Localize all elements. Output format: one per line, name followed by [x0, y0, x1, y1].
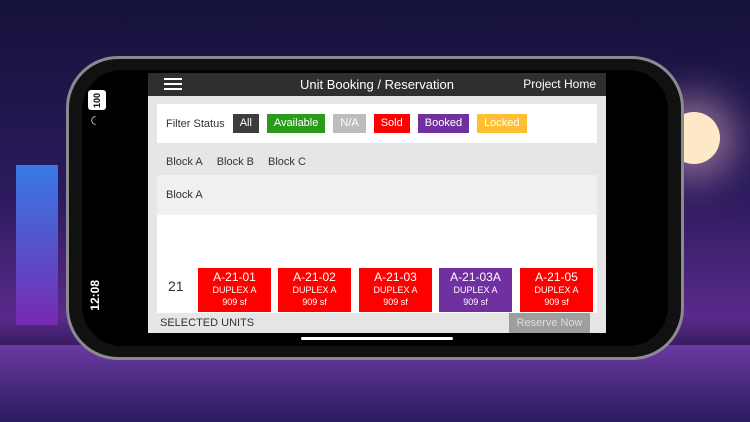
- unit-type: DUPLEX A: [534, 285, 579, 295]
- footer: SELECTED UNITS Reserve Now: [148, 313, 606, 333]
- tab-block-c[interactable]: Block C: [268, 156, 306, 168]
- filter-booked-button[interactable]: Booked: [417, 114, 470, 133]
- reserve-now-button[interactable]: Reserve Now: [509, 313, 590, 333]
- unit-card[interactable]: A-21-03 DUPLEX A 909 sf: [359, 268, 432, 312]
- selected-units-label: SELECTED UNITS: [160, 317, 255, 329]
- unit-card[interactable]: A-21-03A DUPLEX A 909 sf: [439, 268, 512, 312]
- unit-code: A-21-05: [535, 270, 578, 284]
- floor-label: 21: [168, 278, 184, 294]
- status-bar: 100 ◠ 12:08: [86, 90, 108, 320]
- unit-code: A-21-01: [213, 270, 256, 284]
- unit-size: 909 sf: [222, 297, 247, 307]
- home-indicator[interactable]: [301, 337, 453, 340]
- unit-code: A-21-03: [374, 270, 417, 284]
- building-decoration: [16, 165, 58, 325]
- app: Unit Booking / Reservation Project Home …: [148, 73, 606, 333]
- unit-code: A-21-03A: [450, 270, 501, 284]
- unit-size: 909 sf: [544, 297, 569, 307]
- filter-na-button[interactable]: N/A: [333, 114, 366, 133]
- unit-size: 909 sf: [383, 297, 408, 307]
- unit-card[interactable]: A-21-01 DUPLEX A 909 sf: [198, 268, 271, 312]
- battery-icon: 100: [88, 90, 106, 110]
- filter-locked-button[interactable]: Locked: [477, 114, 527, 133]
- filter-label: Filter Status: [166, 117, 225, 130]
- project-home-link[interactable]: Project Home: [523, 77, 596, 91]
- block-tabs: Block A Block B Block C: [166, 156, 306, 168]
- filter-status-bar: Filter Status All Available N/A Sold Boo…: [157, 104, 597, 143]
- unit-type: DUPLEX A: [292, 285, 337, 295]
- filter-sold-button[interactable]: Sold: [373, 114, 410, 133]
- clock: 12:08: [88, 280, 102, 311]
- unit-card[interactable]: A-21-05 DUPLEX A 909 sf: [520, 268, 593, 312]
- wifi-icon: ◠: [89, 115, 102, 126]
- unit-size: 909 sf: [302, 297, 327, 307]
- tab-block-b[interactable]: Block B: [217, 156, 254, 168]
- header: Unit Booking / Reservation Project Home: [148, 73, 606, 96]
- unit-type: DUPLEX A: [373, 285, 418, 295]
- filter-all-button[interactable]: All: [232, 114, 259, 133]
- unit-type: DUPLEX A: [453, 285, 498, 295]
- unit-card[interactable]: A-21-02 DUPLEX A 909 sf: [278, 268, 351, 312]
- filter-available-button[interactable]: Available: [266, 114, 326, 133]
- block-heading: Block A: [157, 175, 597, 215]
- unit-code: A-21-02: [293, 270, 336, 284]
- tab-block-a[interactable]: Block A: [166, 156, 203, 168]
- unit-type: DUPLEX A: [212, 285, 257, 295]
- units-grid: 21 A-21-01 DUPLEX A 909 sf A-21-02 DUPLE…: [157, 215, 597, 313]
- unit-size: 909 sf: [463, 297, 488, 307]
